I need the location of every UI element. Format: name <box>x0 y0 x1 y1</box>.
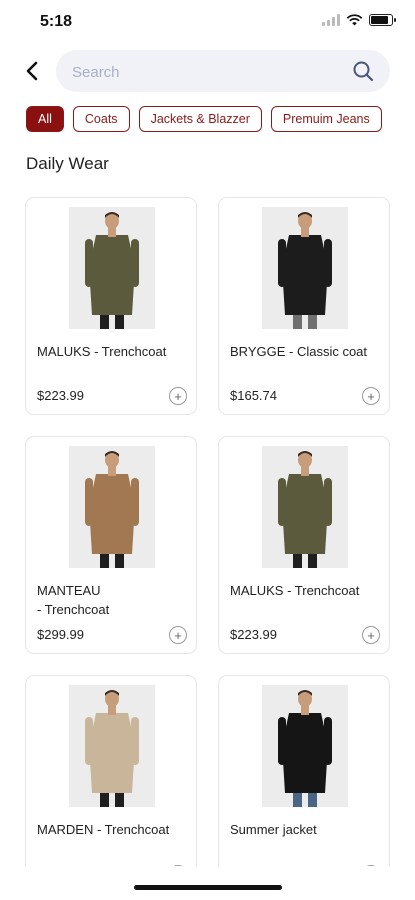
section-title: Daily Wear <box>26 154 109 173</box>
plus-icon: + <box>367 627 375 643</box>
product-name: Summer jacket <box>230 822 317 837</box>
filter-chip-coats[interactable]: Coats <box>72 106 130 132</box>
product-price: $223.99 <box>37 388 84 403</box>
home-indicator[interactable] <box>134 885 282 890</box>
filter-chip-jackets-blazzer[interactable]: Jackets & Blazzer <box>138 106 262 132</box>
wifi-icon <box>346 14 363 26</box>
add-to-cart-button[interactable]: + <box>169 626 187 644</box>
filter-chip-all[interactable]: All <box>26 106 64 132</box>
plus-icon: + <box>174 388 182 404</box>
product-card[interactable]: BRYGGE - Classic coat $165.74 + <box>218 197 390 415</box>
cellular-signal-icon <box>322 14 340 26</box>
filter-chips: All Coats Jackets & Blazzer Premuim Jean… <box>26 106 382 132</box>
add-to-cart-button[interactable]: + <box>169 387 187 405</box>
plus-icon: + <box>367 388 375 404</box>
product-price: $299.99 <box>37 627 84 642</box>
header <box>0 48 415 94</box>
add-to-cart-button[interactable]: + <box>362 387 380 405</box>
product-price: $165.74 <box>230 388 277 403</box>
bottom-safe-area <box>0 866 415 900</box>
filter-chip-premuim-jeans[interactable]: Premuim Jeans <box>270 106 382 132</box>
product-name: BRYGGE - Classic coat <box>230 344 368 359</box>
product-card[interactable]: MALUKS - Trenchcoat $223.99 + <box>218 436 390 654</box>
status-bar: 5:18 <box>0 0 415 44</box>
search-bar[interactable] <box>56 50 390 94</box>
product-image <box>262 685 348 807</box>
search-icon[interactable] <box>352 60 374 82</box>
product-price: $223.99 <box>230 627 277 642</box>
product-image <box>69 446 155 568</box>
product-card[interactable]: MARDEN - Trenchcoat + <box>25 675 197 893</box>
battery-icon <box>369 14 396 26</box>
search-input[interactable] <box>70 50 344 94</box>
product-name: MARDEN - Trenchcoat <box>37 822 170 837</box>
add-to-cart-button[interactable]: + <box>362 626 380 644</box>
status-icons <box>322 14 396 26</box>
product-name: MALUKS - Trenchcoat <box>230 583 360 598</box>
product-card[interactable]: MALUKS - Trenchcoat $223.99 + <box>25 197 197 415</box>
product-card[interactable]: MANTEAU - Trenchcoat $299.99 + <box>25 436 197 654</box>
product-name: MANTEAU - Trenchcoat <box>37 583 110 617</box>
product-grid: MALUKS - Trenchcoat $223.99 + BRYGGE - C… <box>25 197 391 893</box>
product-card[interactable]: Summer jacket + <box>218 675 390 893</box>
chevron-left-icon <box>26 61 38 81</box>
status-time: 5:18 <box>40 13 73 30</box>
product-image <box>69 685 155 807</box>
product-image <box>69 207 155 329</box>
product-image <box>262 446 348 568</box>
back-button[interactable] <box>18 56 46 86</box>
product-name: MALUKS - Trenchcoat <box>37 344 167 359</box>
plus-icon: + <box>174 627 182 643</box>
product-image <box>262 207 348 329</box>
